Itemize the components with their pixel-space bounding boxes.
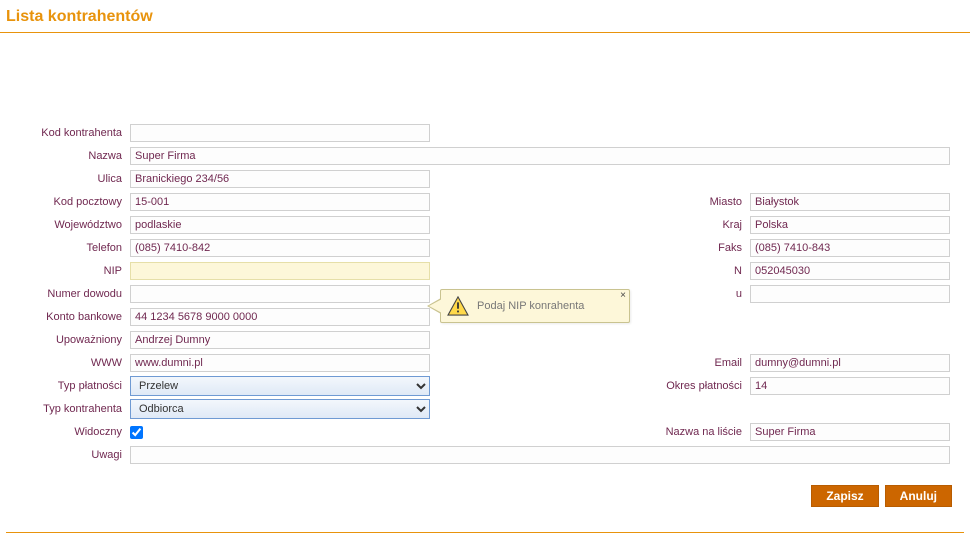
label-okres-platnosci: Okres płatności	[640, 380, 750, 392]
label-typ-kontrahenta: Typ kontrahenta	[20, 403, 130, 415]
www-input[interactable]	[130, 354, 430, 372]
faks-input[interactable]	[750, 239, 950, 257]
nazwa-input[interactable]	[130, 147, 950, 165]
label-email: Email	[640, 357, 750, 369]
label-typ-platnosci: Typ płatności	[20, 380, 130, 392]
nip-input[interactable]	[130, 262, 430, 280]
label-kod-pocztowy: Kod pocztowy	[20, 196, 130, 208]
label-konto-bankowe: Konto bankowe	[20, 311, 130, 323]
label-wojewodztwo: Województwo	[20, 219, 130, 231]
typ-platnosci-select[interactable]: Przelew	[130, 376, 430, 396]
nazwa-na-liscie-input[interactable]	[750, 423, 950, 441]
upowazniony-input[interactable]	[130, 331, 430, 349]
label-pesel-obscured: u	[640, 288, 750, 300]
ulica-input[interactable]	[130, 170, 430, 188]
label-widoczny: Widoczny	[20, 426, 130, 438]
label-telefon: Telefon	[20, 242, 130, 254]
telefon-input[interactable]	[130, 239, 430, 257]
button-bar: Zapisz Anuluj	[811, 485, 952, 507]
typ-kontrahenta-select[interactable]: Odbiorca	[130, 399, 430, 419]
label-uwagi: Uwagi	[20, 449, 130, 461]
label-nip: NIP	[20, 265, 130, 277]
kod-pocztowy-input[interactable]	[130, 193, 430, 211]
save-button[interactable]: Zapisz	[811, 485, 878, 507]
contractor-form: Kod kontrahenta Nazwa Ulica Kod pocztowy…	[0, 33, 970, 465]
nip-tooltip: Podaj NIP konrahenta ×	[440, 289, 630, 323]
label-ulica: Ulica	[20, 173, 130, 185]
tooltip-text: Podaj NIP konrahenta	[477, 300, 584, 312]
numer-dowodu-input[interactable]	[130, 285, 430, 303]
cancel-button[interactable]: Anuluj	[885, 485, 952, 507]
label-miasto: Miasto	[640, 196, 750, 208]
uwagi-input[interactable]	[130, 446, 950, 464]
kod-kontrahenta-input[interactable]	[130, 124, 430, 142]
konto-bankowe-input[interactable]	[130, 308, 430, 326]
footer-divider	[6, 532, 964, 533]
label-nazwa-na-liscie: Nazwa na liście	[640, 426, 750, 438]
tooltip-close-icon[interactable]: ×	[620, 291, 626, 301]
kraj-input[interactable]	[750, 216, 950, 234]
label-kod-kontrahenta: Kod kontrahenta	[20, 127, 130, 139]
wojewodztwo-input[interactable]	[130, 216, 430, 234]
label-www: WWW	[20, 357, 130, 369]
widoczny-checkbox[interactable]	[130, 426, 143, 439]
warning-icon	[447, 296, 469, 316]
miasto-input[interactable]	[750, 193, 950, 211]
okres-platnosci-input[interactable]	[750, 377, 950, 395]
label-numer-dowodu: Numer dowodu	[20, 288, 130, 300]
label-upowazniony: Upoważniony	[20, 334, 130, 346]
email-input[interactable]	[750, 354, 950, 372]
label-faks: Faks	[640, 242, 750, 254]
page-title: Lista kontrahentów	[0, 0, 970, 33]
pesel-input[interactable]	[750, 285, 950, 303]
label-nazwa: Nazwa	[20, 150, 130, 162]
label-regon-obscured: N	[640, 265, 750, 277]
regon-input[interactable]	[750, 262, 950, 280]
label-kraj: Kraj	[640, 219, 750, 231]
